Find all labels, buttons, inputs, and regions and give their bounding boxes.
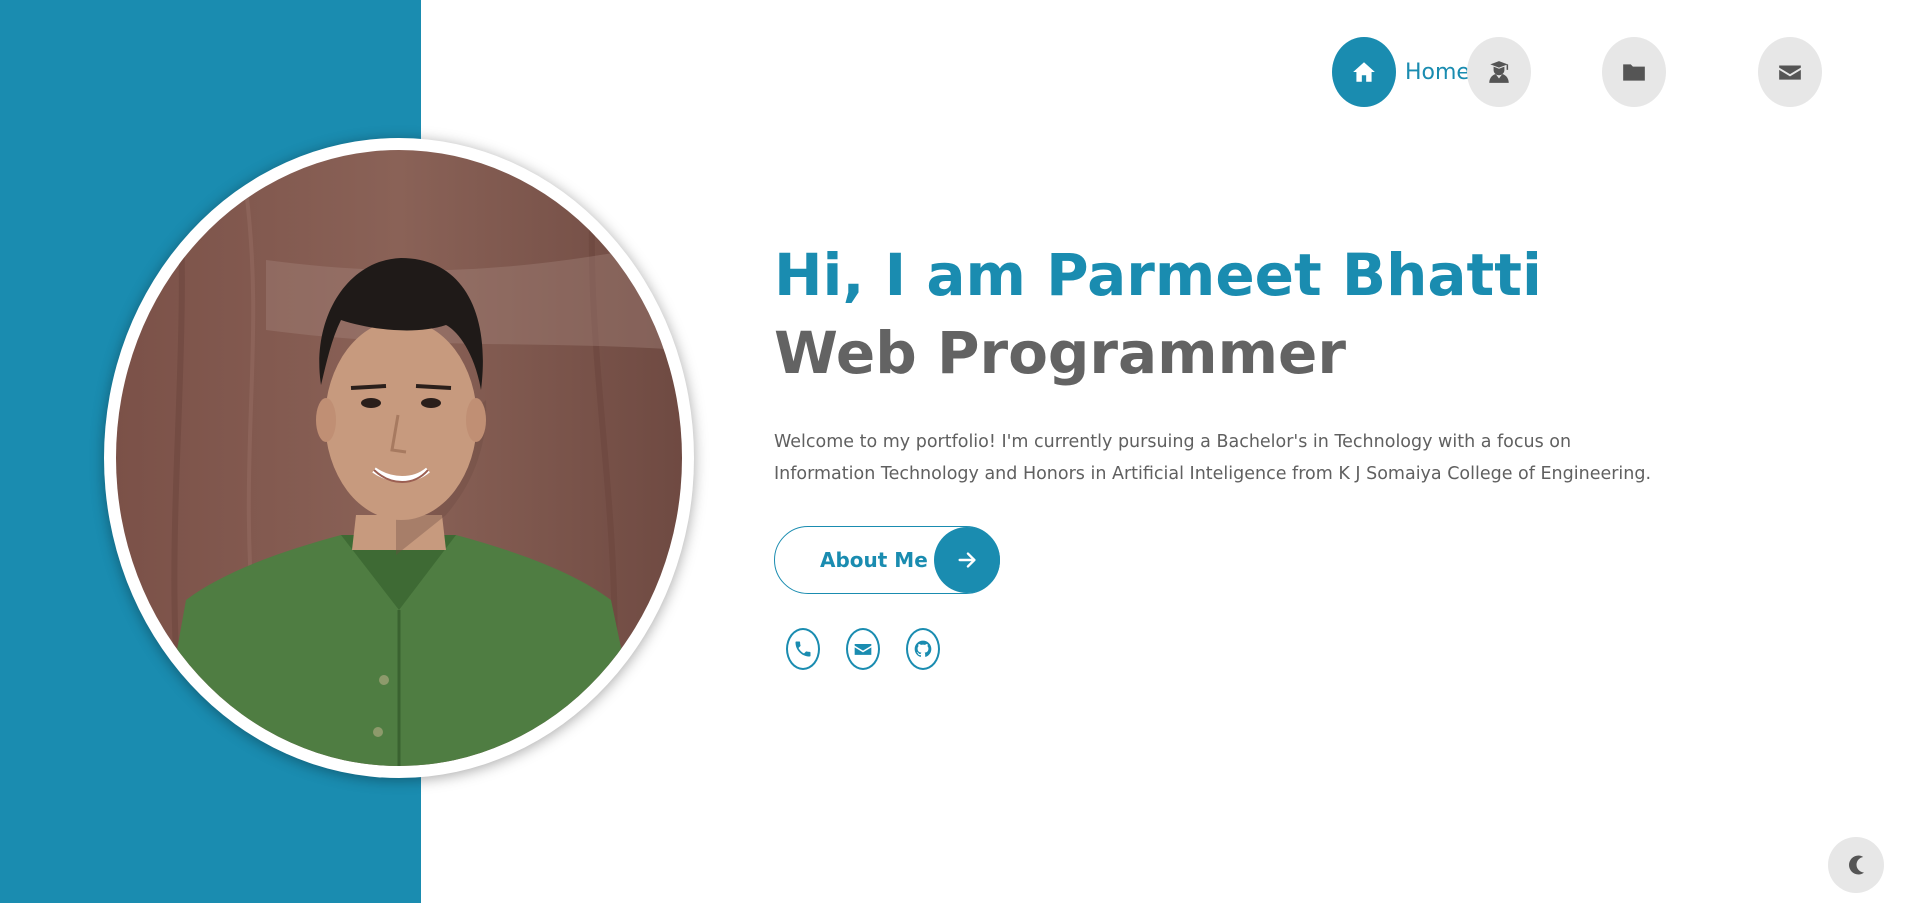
theme-toggle-button[interactable] [1828,837,1884,893]
envelope-icon [854,644,872,655]
arrow-right-icon[interactable] [934,527,1000,593]
nav-item-home[interactable]: Home [1332,37,1470,107]
hero-role: Web Programmer [774,319,1346,387]
envelope-icon[interactable] [1758,37,1822,107]
home-icon[interactable] [1332,37,1396,107]
profile-photo-frame [104,138,694,778]
github-icon [914,640,932,657]
about-me-button[interactable]: About Me [774,526,1000,594]
nav-item-education[interactable] [1467,37,1531,107]
moon-icon [1849,855,1864,875]
nav-item-contact[interactable] [1758,37,1822,107]
about-me-label[interactable]: About Me [820,548,934,572]
phone-link[interactable] [786,628,820,670]
graduate-icon[interactable] [1467,37,1531,107]
nav-item-projects[interactable] [1602,37,1666,107]
github-link[interactable] [906,628,940,670]
phone-icon [795,641,811,657]
profile-photo [116,150,682,766]
social-links [786,628,940,670]
hero-greeting: Hi, I am Parmeet Bhatti [774,241,1542,309]
email-link[interactable] [846,628,880,670]
top-nav: Home [1332,37,1892,109]
nav-item-label[interactable]: Home [1405,60,1470,85]
hero-section: Hi, I am Parmeet Bhatti Web Programmer W… [774,240,1674,670]
hero-intro: Welcome to my portfolio! I'm currently p… [774,432,1652,484]
folder-icon[interactable] [1602,37,1666,107]
